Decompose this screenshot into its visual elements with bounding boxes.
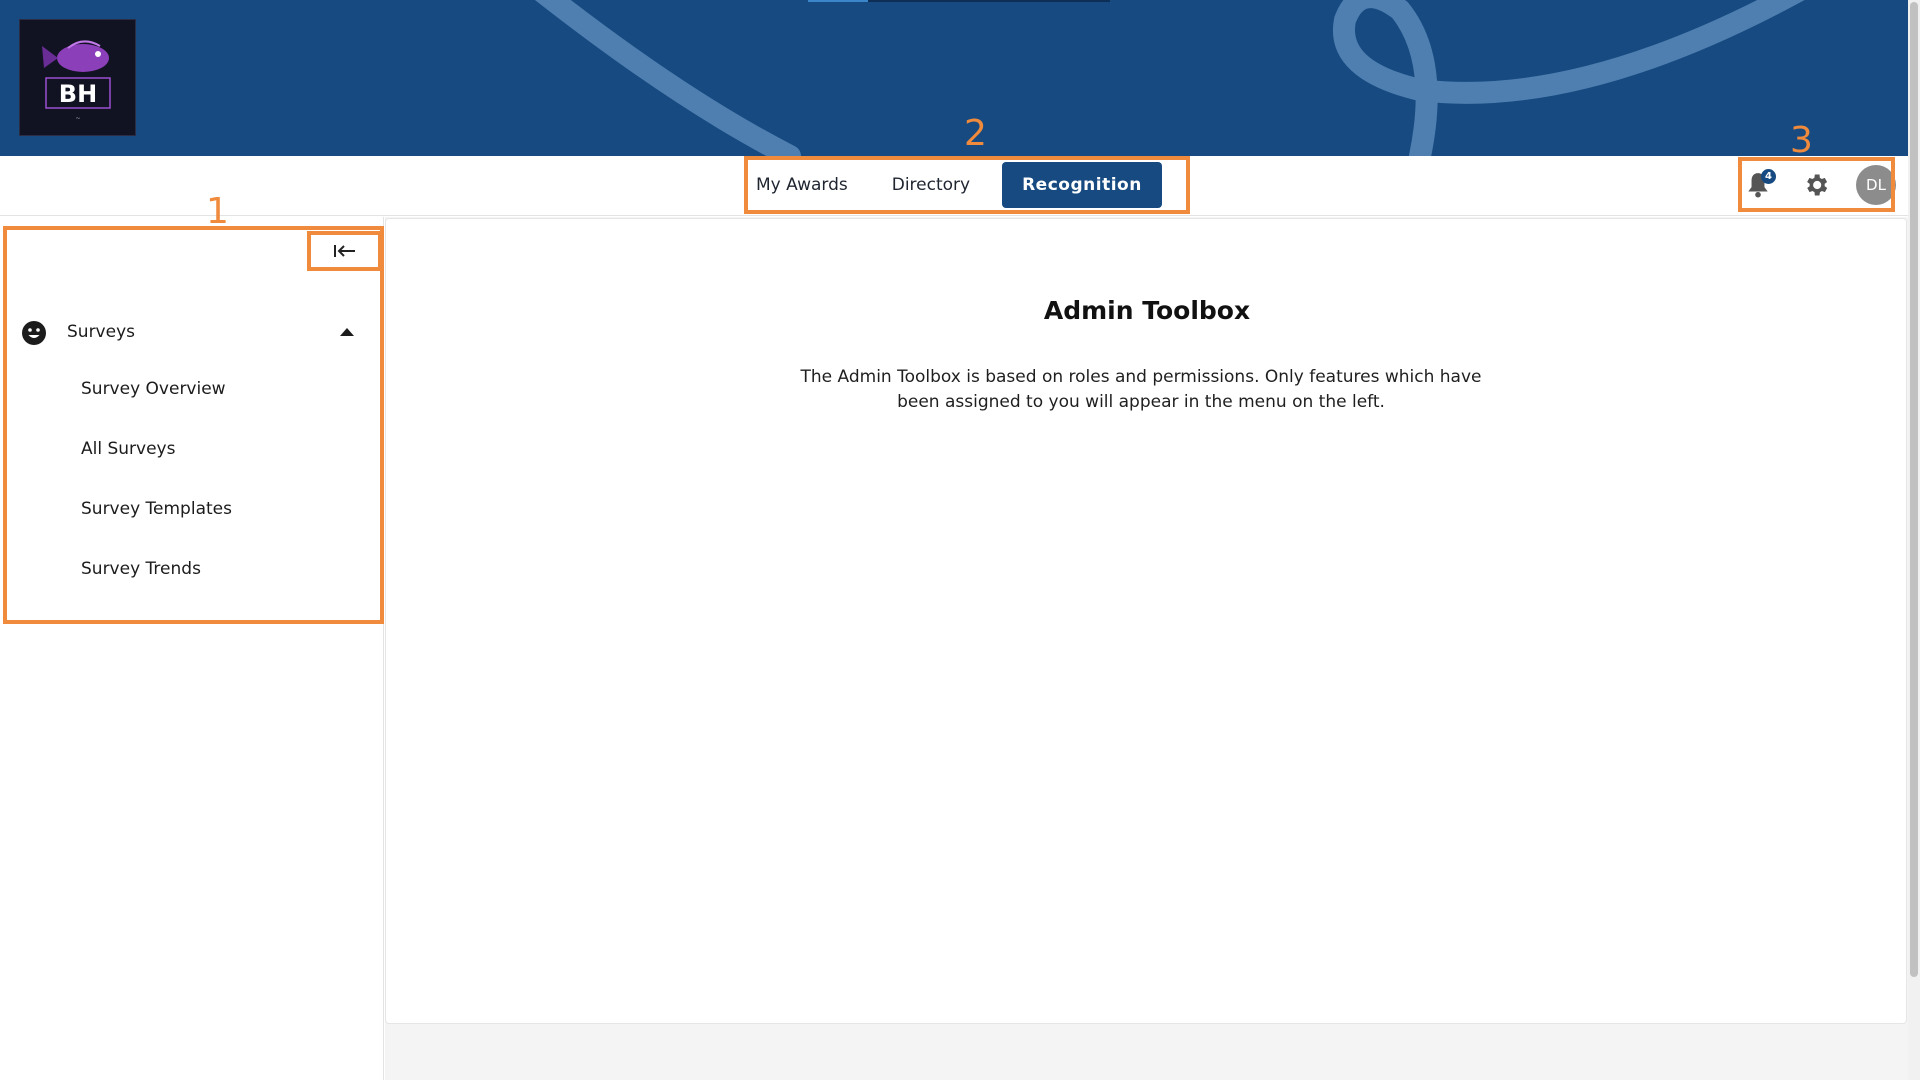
sidebar-item-all-surveys[interactable]: All Surveys: [0, 427, 384, 471]
svg-text:BH: BH: [58, 80, 96, 108]
notifications-button[interactable]: 4: [1740, 167, 1776, 203]
annotation-number-1: 1: [206, 191, 229, 232]
page-description: The Admin Toolbox is based on roles and …: [800, 367, 1482, 412]
gear-icon: [1807, 174, 1828, 196]
page-scrollbar[interactable]: [1908, 0, 1920, 1080]
admin-toolbox-panel: Admin Toolbox The Admin Toolbox is based…: [385, 218, 1907, 1024]
notification-badge: 4: [1761, 169, 1776, 184]
fish-logo-icon: BH ~: [41, 40, 111, 122]
user-toolbar: 4 DL: [1740, 162, 1896, 208]
sidebar-item-label: Survey Trends: [81, 559, 201, 579]
sidebar-item-survey-trends[interactable]: Survey Trends: [0, 547, 384, 591]
page-title: Admin Toolbox: [1043, 296, 1251, 325]
settings-button[interactable]: [1798, 167, 1834, 203]
annotation-number-2: 2: [964, 113, 987, 154]
sidebar-item-label: Survey Templates: [81, 499, 232, 519]
collapse-sidebar-button[interactable]: [312, 235, 378, 267]
sidebar-item-label: Survey Overview: [81, 379, 226, 399]
nav-tabs: My Awards Directory Recognition: [744, 156, 1182, 213]
sidebar-item-survey-templates[interactable]: Survey Templates: [0, 487, 384, 531]
banner-top-strip: [808, 0, 1110, 2]
scrollbar-thumb[interactable]: [1910, 2, 1918, 977]
smiley-face-icon: [22, 321, 46, 345]
tab-my-awards[interactable]: My Awards: [744, 162, 860, 208]
sidebar-item-survey-overview[interactable]: Survey Overview: [0, 367, 384, 411]
sidebar-item-label: All Surveys: [81, 439, 176, 459]
admin-sidebar: Surveys Survey Overview All Surveys Surv…: [0, 217, 384, 1080]
header-banner: BH ~: [0, 0, 1908, 156]
svg-text:~: ~: [75, 115, 80, 122]
caret-up-icon: [340, 328, 354, 336]
brand-logo[interactable]: BH ~: [19, 19, 136, 136]
tab-directory[interactable]: Directory: [880, 162, 982, 208]
menu-group-label: Surveys: [67, 322, 135, 342]
annotation-number-3: 3: [1790, 120, 1813, 161]
banner-decoration: [534, 0, 1805, 156]
menu-group-surveys[interactable]: Surveys: [0, 310, 384, 354]
tab-recognition[interactable]: Recognition: [1002, 161, 1162, 208]
user-avatar[interactable]: DL: [1856, 165, 1896, 205]
collapse-left-icon: [334, 245, 355, 257]
top-nav: My Awards Directory Recognition 4 DL: [0, 156, 1908, 216]
